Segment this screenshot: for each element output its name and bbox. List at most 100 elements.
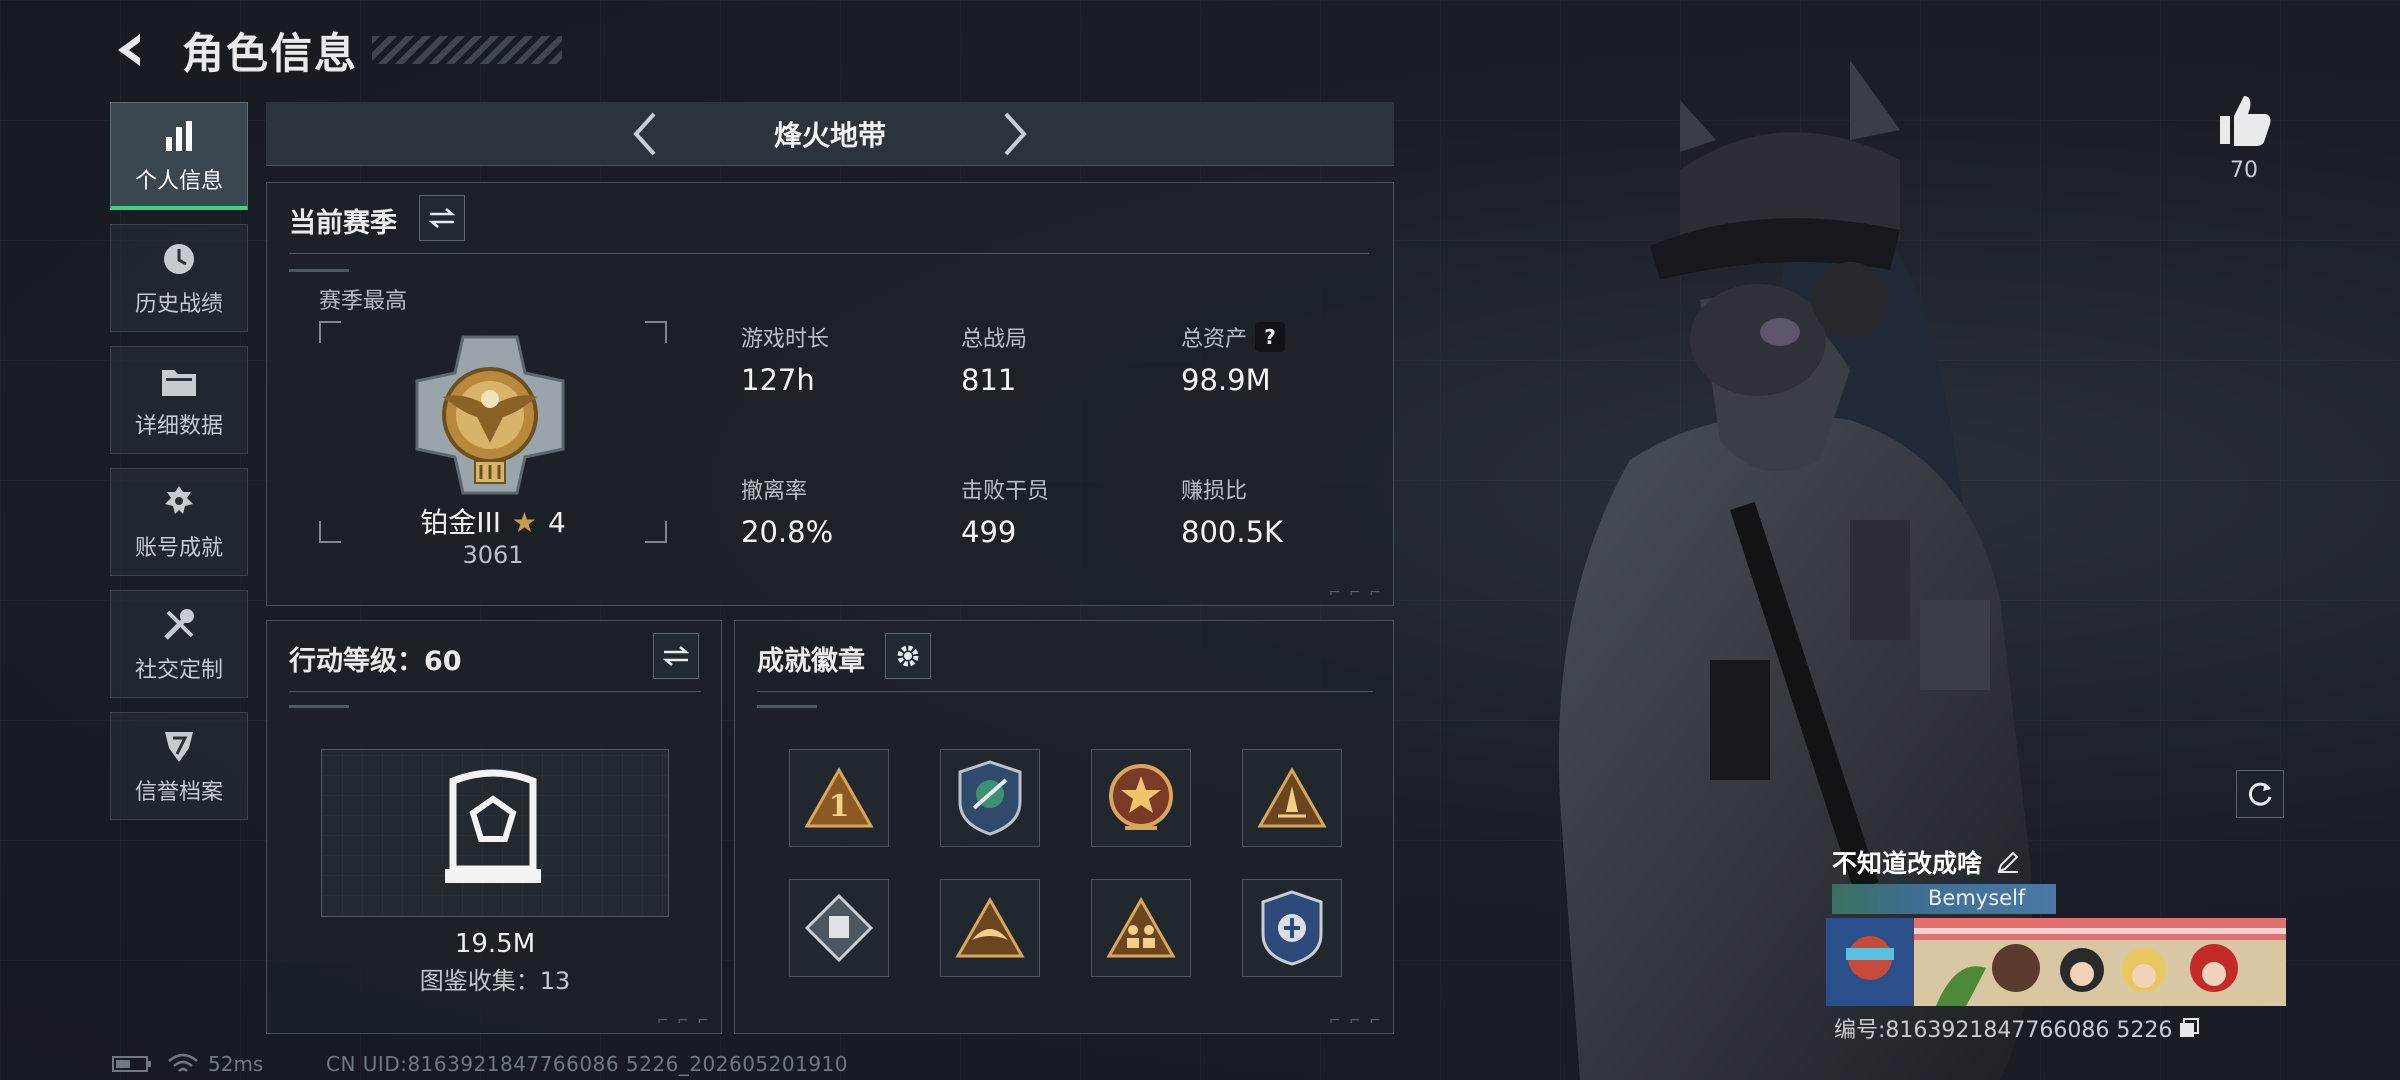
shield-emblem-badge-icon <box>958 760 1022 836</box>
badge-item[interactable] <box>1091 749 1191 847</box>
stat-value: 20.8% <box>741 515 834 549</box>
action-level-panel: 行动等级：60 19.5M 图鉴收集：13 ⌐ ⌐ ⌐ <box>266 620 722 1034</box>
star-icon: ★ <box>511 506 538 539</box>
season-title: 当前赛季 <box>289 208 397 239</box>
achievement-icon <box>161 482 197 524</box>
divider-tick <box>757 705 817 708</box>
sidebar-item-achievements[interactable]: 账号成就 <box>110 468 248 576</box>
stat-value: 800.5K <box>1181 515 1284 549</box>
player-id-row: 编号:8163921847766086 5226 <box>1834 1012 2200 1044</box>
badge-item[interactable] <box>1091 879 1191 977</box>
sidebar-item-social[interactable]: 社交定制 <box>110 590 248 698</box>
page-title: 角色信息 <box>182 28 359 78</box>
player-id: 编号:8163921847766086 5226 <box>1834 1018 2173 1043</box>
sidebar-item-personal-info[interactable]: 个人信息 <box>110 102 248 210</box>
divider <box>289 253 1369 254</box>
help-question-icon[interactable]: ? <box>1255 322 1286 352</box>
stat-label: 总战局 <box>961 327 1028 352</box>
divider-tick <box>289 705 349 708</box>
collection-pedestal-icon <box>445 769 541 883</box>
status-bar: 52ms <box>112 1052 263 1076</box>
triangle-wings-badge-icon <box>955 896 1025 958</box>
player-name-row: 不知道改成啥 <box>1832 844 2020 880</box>
page-header: 角色信息 <box>108 18 563 82</box>
stat-value: 127h <box>741 363 815 397</box>
rank-score: 3061 <box>462 541 524 569</box>
stat-label: 撤离率 <box>741 479 808 504</box>
prev-map-chevron-left-icon[interactable] <box>615 104 675 164</box>
stat-total-assets: 总资产 ? 98.9M <box>1181 321 1286 397</box>
level-value: 19.5M <box>454 929 536 959</box>
refresh-button[interactable] <box>2236 770 2284 818</box>
sidebar-item-label: 账号成就 <box>134 536 223 561</box>
thumbs-up-icon[interactable] <box>2214 92 2274 148</box>
battery-icon <box>112 1056 151 1072</box>
sidebar-item-label: 详细数据 <box>134 414 223 439</box>
ping-value: 52ms <box>208 1052 264 1076</box>
triangle-soldiers-badge-icon <box>1106 896 1176 958</box>
badges-title: 成就徽章 <box>757 646 865 677</box>
stat-value: 499 <box>961 515 1017 549</box>
rank-badge-eagle-icon <box>415 335 565 495</box>
level-title: 行动等级：60 <box>289 646 462 677</box>
stat-profit-ratio: 赚损比 800.5K <box>1181 473 1283 549</box>
badge-item[interactable] <box>789 879 889 977</box>
sidebar-item-reputation[interactable]: 信誉档案 <box>110 712 248 820</box>
copy-icon[interactable] <box>2178 1017 2200 1039</box>
map-selector: 烽火地带 <box>266 102 1394 166</box>
sidebar-item-label: 社交定制 <box>134 658 223 683</box>
rank-name: 铂金III <box>420 506 502 539</box>
badge-item[interactable] <box>940 749 1040 847</box>
season-best-label: 赛季最高 <box>319 289 408 314</box>
stat-label: 总资产 <box>1181 327 1248 352</box>
divider <box>289 691 701 692</box>
badge-item[interactable] <box>1242 879 1342 977</box>
folder-icon <box>160 360 198 402</box>
sidebar-item-details[interactable]: 详细数据 <box>110 346 248 454</box>
title-decoration <box>372 36 563 64</box>
corner-decoration: ⌐ ⌐ ⌐ <box>1328 1013 1383 1029</box>
swap-arrows-icon <box>428 208 456 228</box>
refresh-icon <box>2248 782 2272 806</box>
badge-item[interactable] <box>940 879 1040 977</box>
season-switch-button[interactable] <box>419 195 465 241</box>
corner-decoration: ⌐ ⌐ ⌐ <box>1328 585 1383 601</box>
bar-chart-icon <box>162 115 196 157</box>
clock-history-icon <box>161 238 197 280</box>
rank-line: 铂金III ★ 4 <box>319 501 667 541</box>
stat-play-time: 游戏时长 127h <box>741 321 829 397</box>
stat-total-matches: 总战局 811 <box>961 321 1027 397</box>
stat-label: 击败干员 <box>961 479 1050 504</box>
reputation-icon <box>161 726 197 768</box>
player-tag-bar: Bemyself <box>1832 884 2056 914</box>
back-arrow-icon[interactable] <box>108 28 152 72</box>
sidebar-item-label: 历史战绩 <box>134 292 223 317</box>
edit-pencil-icon[interactable] <box>1996 850 2020 874</box>
stat-label: 游戏时长 <box>741 327 830 352</box>
stat-label: 赚损比 <box>1181 479 1248 504</box>
badge-item[interactable]: 1 <box>789 749 889 847</box>
level-switch-button[interactable] <box>653 633 699 679</box>
sidebar-item-history[interactable]: 历史战绩 <box>110 224 248 332</box>
badges-settings-button[interactable] <box>885 633 931 679</box>
diamond-crest-badge-icon <box>804 893 874 963</box>
stat-extract-rate: 撤离率 20.8% <box>741 473 833 549</box>
sidebar-item-label: 信誉档案 <box>134 780 223 805</box>
sidebar: 个人信息 历史战绩 详细数据 账号成就 社交定制 信誉档案 <box>110 102 248 834</box>
gear-icon <box>897 645 919 667</box>
player-tag: Bemyself <box>1928 886 2026 910</box>
player-banner-image <box>1826 918 2286 1006</box>
tools-icon <box>160 604 198 646</box>
swap-arrows-icon <box>662 646 690 666</box>
svg-text:1: 1 <box>829 789 850 824</box>
divider-tick <box>289 269 349 272</box>
next-map-chevron-right-icon[interactable] <box>985 104 1045 164</box>
badge-item[interactable] <box>1242 749 1342 847</box>
stat-value: 811 <box>961 363 1017 397</box>
collection-count: 图鉴收集：13 <box>419 967 571 995</box>
star-medallion-badge-icon <box>1109 764 1173 830</box>
rank-stars: 4 <box>547 506 566 539</box>
stat-kills: 击败干员 499 <box>961 473 1049 549</box>
corner-decoration: ⌐ ⌐ ⌐ <box>656 1013 711 1029</box>
map-name: 烽火地带 <box>773 118 886 152</box>
